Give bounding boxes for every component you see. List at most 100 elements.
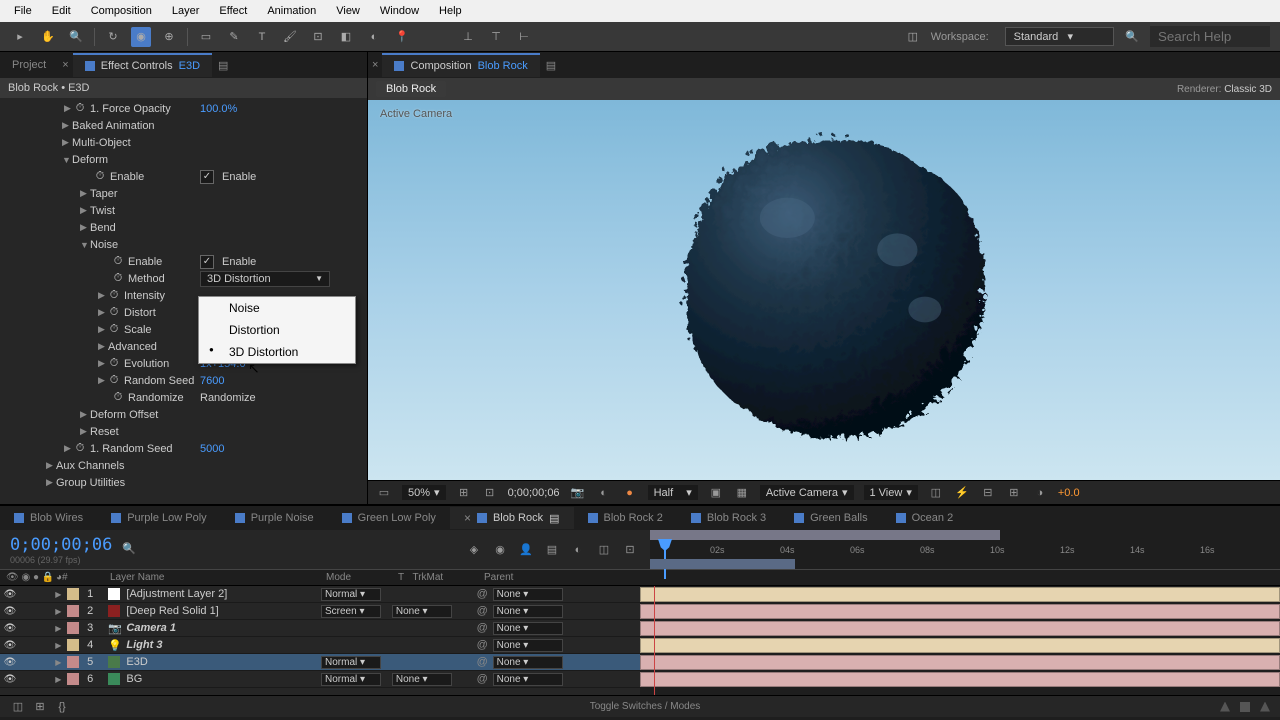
effect-controls-tab[interactable]: Effect Controls E3D: [73, 53, 212, 77]
layer-expand-icon[interactable]: ▶: [55, 624, 63, 633]
visibility-icon[interactable]: 👁: [4, 656, 16, 668]
layer-color-swatch[interactable]: [67, 656, 79, 668]
random-seed-value[interactable]: 7600: [200, 375, 224, 387]
timeline-tab[interactable]: ×Blob Rock▤: [450, 507, 574, 529]
fast-preview-icon[interactable]: ⚡: [954, 485, 970, 501]
layer-row[interactable]: 👁▶3📷Camera 1@None ▾: [0, 620, 640, 637]
tree-toggle-icon[interactable]: ▶: [80, 426, 90, 437]
randomize-button[interactable]: Randomize: [200, 392, 256, 404]
brainstorm-icon[interactable]: ⊡: [620, 540, 640, 560]
stopwatch-icon[interactable]: ⏱: [112, 273, 124, 285]
layer-track-bar[interactable]: [640, 604, 1280, 619]
layer-color-swatch[interactable]: [67, 673, 79, 685]
tree-toggle-icon[interactable]: ▶: [62, 137, 72, 148]
resolution-dropdown[interactable]: Half ▾: [648, 485, 698, 500]
flowchart-icon[interactable]: ⊞: [1006, 485, 1022, 501]
stopwatch-icon[interactable]: ⏱: [108, 324, 120, 336]
text-tool-icon[interactable]: T: [252, 27, 272, 47]
snapshot-icon[interactable]: 📷: [570, 485, 586, 501]
tree-toggle-icon[interactable]: ▶: [80, 222, 90, 233]
menu-view[interactable]: View: [326, 5, 370, 17]
blend-mode-select[interactable]: Screen ▾: [321, 605, 381, 618]
axis-world-icon[interactable]: ⊤: [486, 27, 506, 47]
rectangle-tool-icon[interactable]: ▭: [196, 27, 216, 47]
brush-tool-icon[interactable]: 🖌: [280, 27, 300, 47]
rotation-tool-icon[interactable]: ↻: [103, 27, 123, 47]
exposure-reset-icon[interactable]: ◑: [1032, 485, 1048, 501]
dropdown-option-3d-distortion[interactable]: 3D Distortion: [199, 341, 355, 363]
layer-expand-icon[interactable]: ▶: [55, 607, 63, 616]
menu-animation[interactable]: Animation: [257, 5, 326, 17]
force-opacity-value[interactable]: 100.0%: [200, 103, 237, 115]
project-tab[interactable]: Project: [0, 54, 58, 76]
comp-tab-menu-icon[interactable]: ▤: [540, 59, 562, 72]
pickwhip-icon[interactable]: @: [477, 673, 489, 685]
layer-color-swatch[interactable]: [67, 605, 79, 617]
current-time[interactable]: 0;00;00;06: [508, 487, 560, 499]
tree-toggle-icon[interactable]: ▶: [80, 188, 90, 199]
menu-edit[interactable]: Edit: [42, 5, 81, 17]
layer-row[interactable]: 👁▶2[Deep Red Solid 1]Screen ▾None ▾@None…: [0, 603, 640, 620]
tab-close-icon[interactable]: ×: [58, 59, 72, 71]
camera-tool-icon[interactable]: ◉: [131, 27, 151, 47]
exposure-value[interactable]: +0.0: [1058, 487, 1080, 499]
parent-select[interactable]: None ▾: [493, 656, 563, 669]
draft-3d-icon[interactable]: ◉: [490, 540, 510, 560]
color-icon[interactable]: ●: [622, 485, 638, 501]
shy-icon[interactable]: 👤: [516, 540, 536, 560]
timeline-tab[interactable]: Green Balls: [780, 508, 881, 528]
visibility-icon[interactable]: 👁: [4, 588, 16, 600]
pickwhip-icon[interactable]: @: [477, 639, 489, 651]
zoom-tool-icon[interactable]: 🔍: [66, 27, 86, 47]
timeline-tab[interactable]: Purple Low Poly: [97, 508, 221, 528]
menu-window[interactable]: Window: [370, 5, 429, 17]
layer-track-bar[interactable]: [640, 655, 1280, 670]
visibility-icon[interactable]: 👁: [4, 622, 16, 634]
menu-help[interactable]: Help: [429, 5, 472, 17]
tab-menu-icon[interactable]: ▤: [549, 512, 559, 525]
nav-bar[interactable]: [650, 559, 795, 569]
motion-blur-icon[interactable]: ◐: [568, 540, 588, 560]
tree-toggle-icon[interactable]: ▼: [62, 155, 72, 165]
parent-select[interactable]: None ▾: [493, 588, 563, 601]
timeline-icon[interactable]: ⊟: [980, 485, 996, 501]
layer-expand-icon[interactable]: ▶: [55, 658, 63, 667]
parent-select[interactable]: None ▾: [493, 673, 563, 686]
comp-mini-flow-icon[interactable]: ◈: [464, 540, 484, 560]
blend-mode-select[interactable]: Normal ▾: [321, 656, 381, 669]
composition-tab[interactable]: Composition Blob Rock: [382, 53, 539, 77]
parent-select[interactable]: None ▾: [493, 622, 563, 635]
stopwatch-icon[interactable]: ⏱: [112, 256, 124, 268]
layer-row[interactable]: 👁▶6BGNormal ▾None ▾@None ▾: [0, 671, 640, 688]
magnification-icon[interactable]: ▭: [376, 485, 392, 501]
stopwatch-icon[interactable]: ⏱: [108, 358, 120, 370]
blend-mode-select[interactable]: Normal ▾: [321, 673, 381, 686]
comp-name-badge[interactable]: Blob Rock: [376, 81, 446, 97]
axis-local-icon[interactable]: ⊥: [458, 27, 478, 47]
time-ruler[interactable]: 02s04s06s08s10s12s14s16s: [650, 530, 1280, 569]
zoom-in-icon[interactable]: [1260, 702, 1270, 712]
layer-color-swatch[interactable]: [67, 639, 79, 651]
layer-track-bar[interactable]: [640, 587, 1280, 602]
timeline-tab[interactable]: Blob Rock 3: [677, 508, 780, 528]
roto-tool-icon[interactable]: ◐: [364, 27, 384, 47]
layer-row[interactable]: 👁▶1[Adjustment Layer 2]Normal ▾@None ▾: [0, 586, 640, 603]
graph-editor-icon[interactable]: ◫: [594, 540, 614, 560]
dropdown-option-distortion[interactable]: Distortion: [199, 319, 355, 341]
tree-toggle-icon[interactable]: ▶: [98, 290, 108, 301]
comp-tab-close-icon[interactable]: ×: [368, 59, 382, 71]
layer-row[interactable]: 👁▶4💡Light 3@None ▾: [0, 637, 640, 654]
hand-tool-icon[interactable]: ✋: [38, 27, 58, 47]
layer-expand-icon[interactable]: ▶: [55, 641, 63, 650]
pickwhip-icon[interactable]: @: [477, 656, 489, 668]
eraser-tool-icon[interactable]: ◧: [336, 27, 356, 47]
tree-toggle-icon[interactable]: ▶: [98, 307, 108, 318]
layer-expand-icon[interactable]: ▶: [55, 590, 63, 599]
tree-toggle-icon[interactable]: ▶: [64, 103, 74, 114]
menu-effect[interactable]: Effect: [209, 5, 257, 17]
camera-view-dropdown[interactable]: Active Camera ▾: [760, 485, 854, 500]
one-random-seed-value[interactable]: 5000: [200, 443, 224, 455]
layer-track-bar[interactable]: [640, 672, 1280, 687]
zoom-slider[interactable]: [1240, 702, 1250, 712]
tree-toggle-icon[interactable]: ▶: [80, 409, 90, 420]
